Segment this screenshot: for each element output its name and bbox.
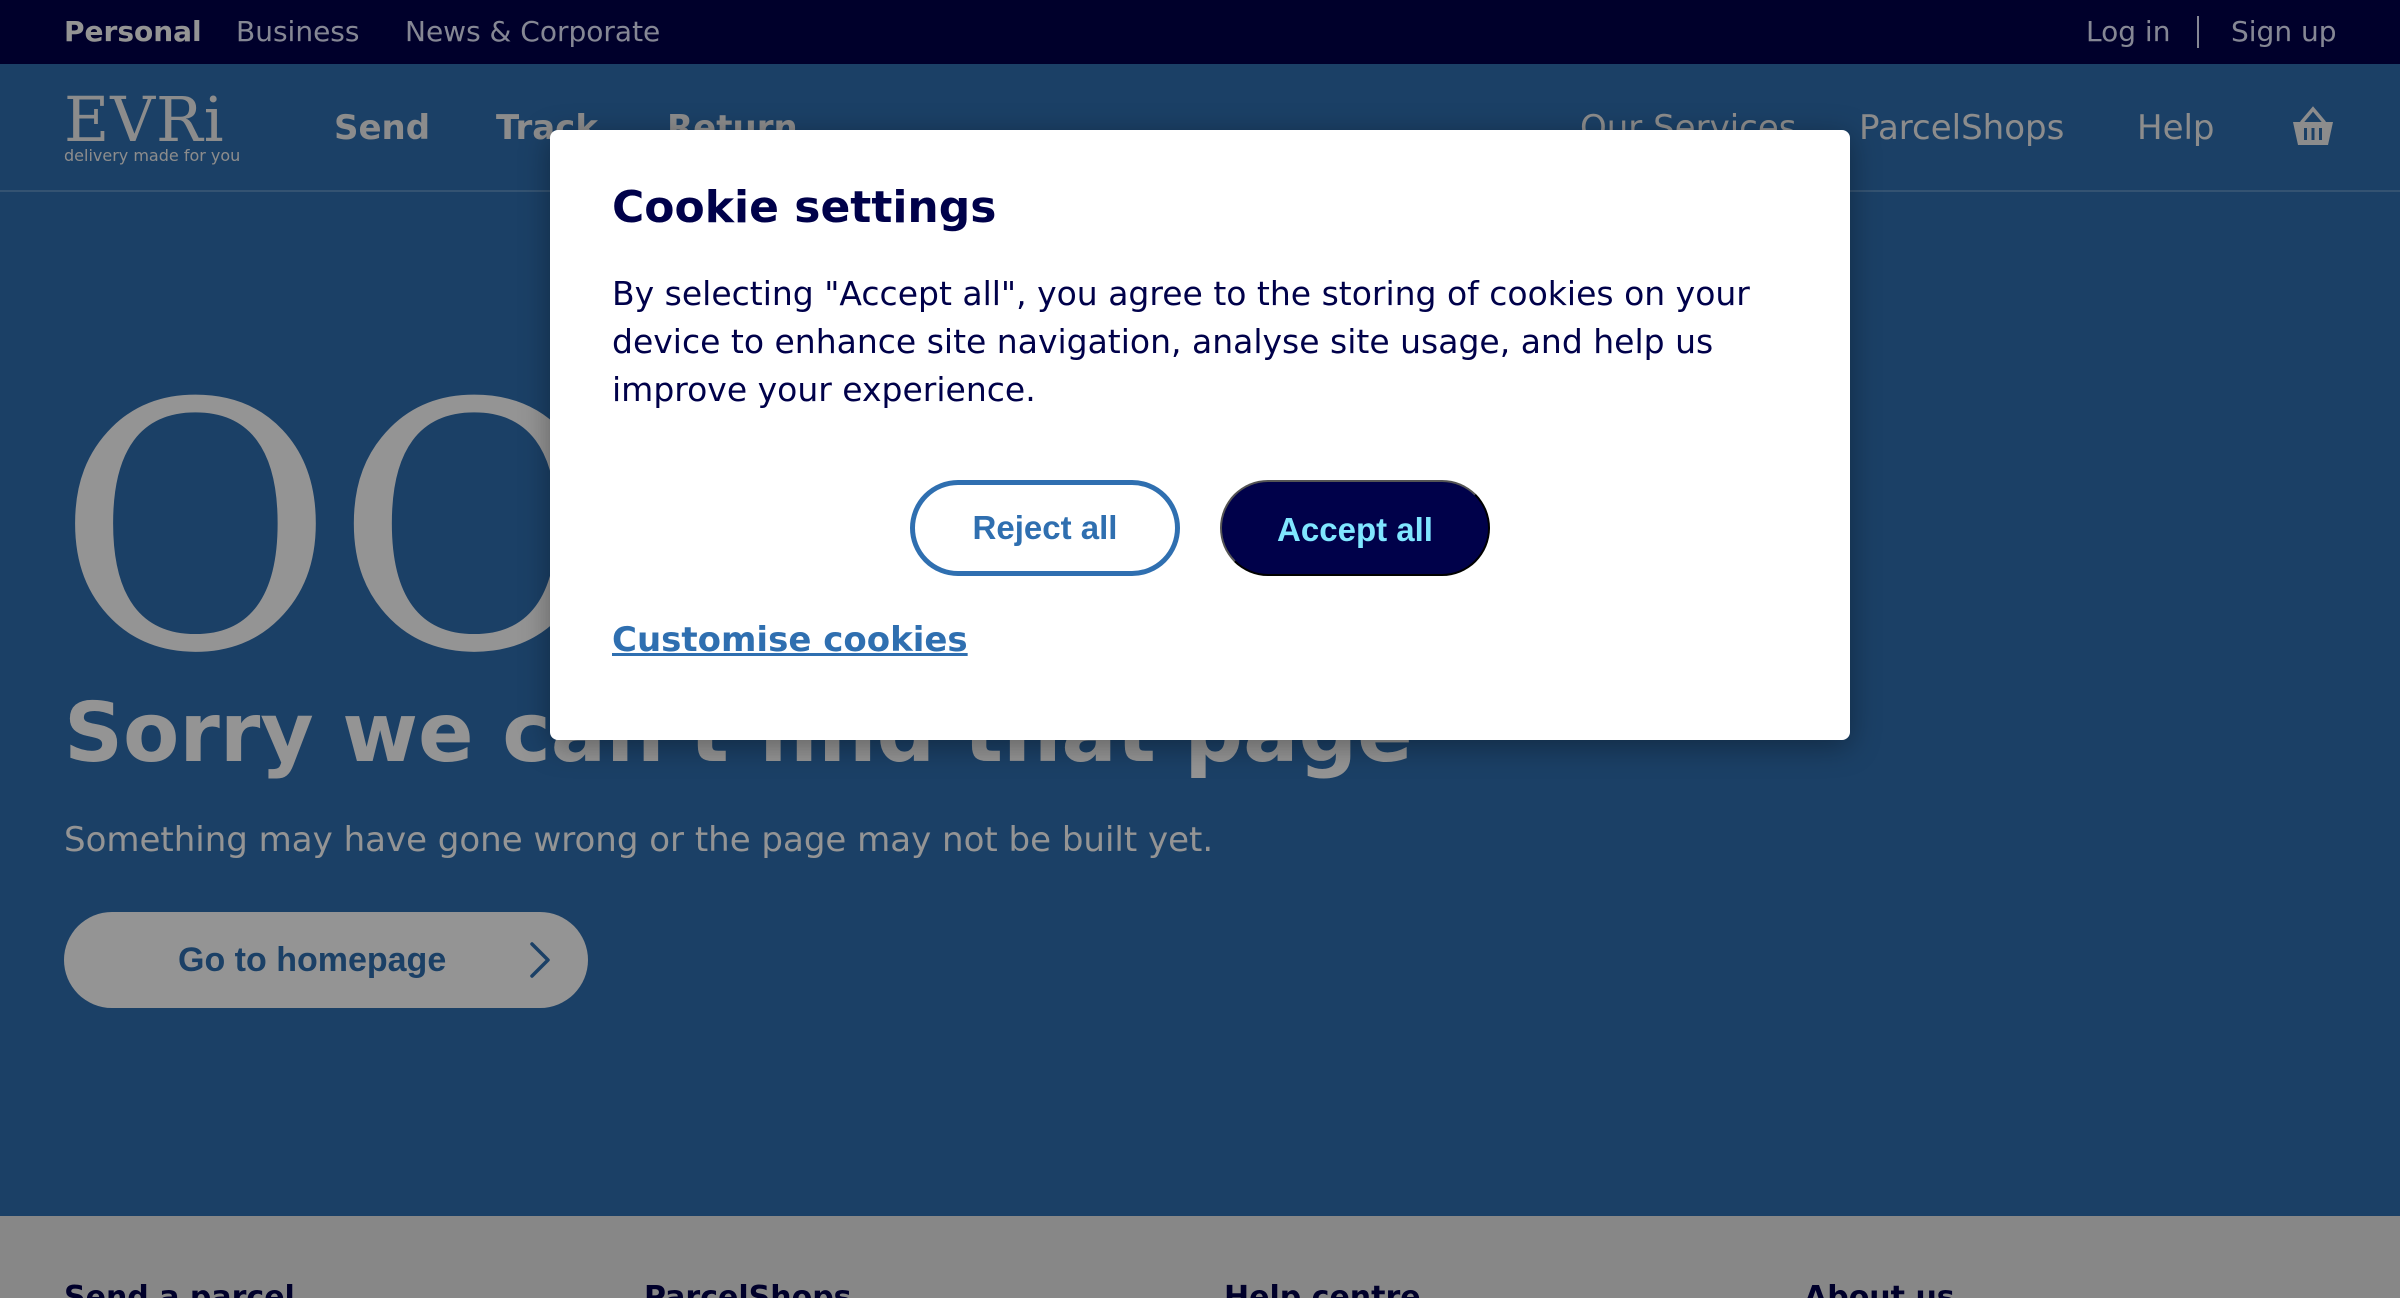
customise-cookies-link[interactable]: Customise cookies <box>612 620 968 660</box>
cookie-settings-dialog: Cookie settings By selecting "Accept all… <box>550 130 1850 740</box>
cookie-dialog-title: Cookie settings <box>612 182 997 233</box>
cookie-dialog-message: By selecting "Accept all", you agree to … <box>612 274 1750 409</box>
reject-all-button[interactable]: Reject all <box>910 480 1180 576</box>
accept-all-button[interactable]: Accept all <box>1220 480 1490 576</box>
